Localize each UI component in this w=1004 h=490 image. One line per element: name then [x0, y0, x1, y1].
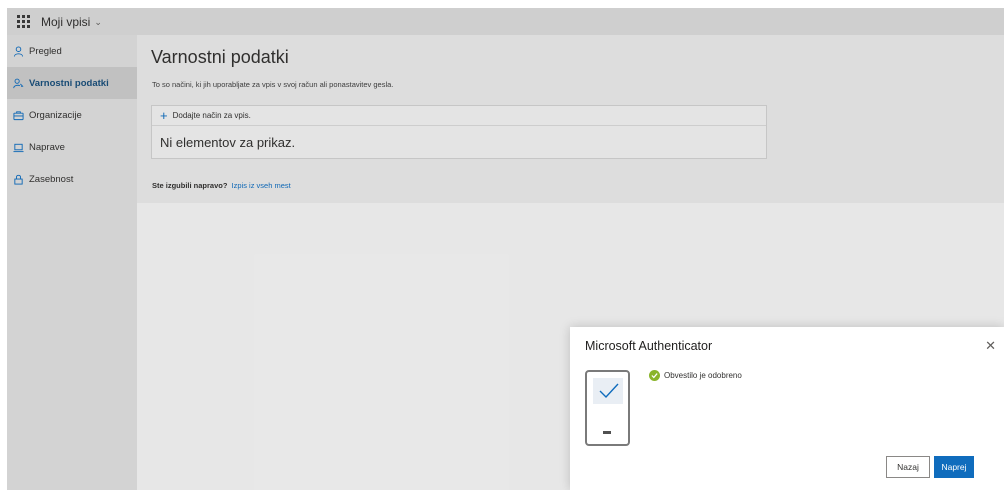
phone-home-button — [603, 431, 611, 434]
success-check-icon — [649, 370, 660, 381]
close-icon[interactable]: ✕ — [985, 339, 996, 352]
next-button[interactable]: Naprej — [934, 456, 974, 478]
dialog-title: Microsoft Authenticator — [585, 339, 713, 353]
authenticator-dialog: Microsoft Authenticator ✕ Obvestilo je o… — [570, 327, 1004, 490]
status-text: Obvestilo je odobreno — [664, 371, 742, 380]
back-button[interactable]: Nazaj — [886, 456, 930, 478]
phone-icon — [585, 370, 630, 446]
approval-status: Obvestilo je odobreno — [649, 370, 742, 381]
phone-checkmark-icon — [593, 378, 623, 404]
